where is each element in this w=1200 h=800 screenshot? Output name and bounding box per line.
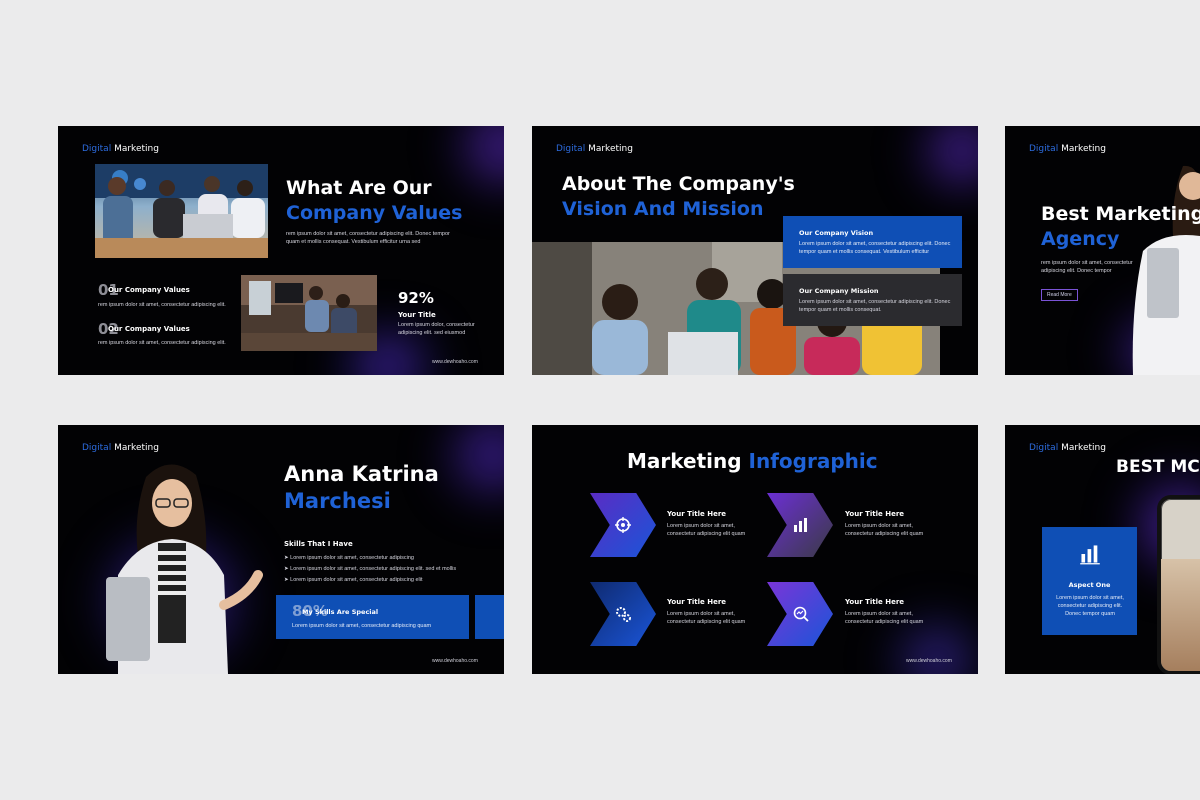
stat-title: Your Title bbox=[398, 311, 436, 319]
vision-text: Lorem ipsum dolor sit amet, consectetur … bbox=[799, 241, 951, 255]
item-title: Your Title Here bbox=[845, 510, 905, 518]
special-title: My Skills Are Special bbox=[302, 608, 379, 616]
aspect-title: Aspect One bbox=[1068, 581, 1111, 589]
intro-text: rem ipsum dolor sit amet, consectetur ad… bbox=[286, 231, 450, 245]
item-text: consectetur adipiscing elit quam bbox=[667, 531, 746, 537]
mission-title: Our Company Mission bbox=[799, 287, 879, 295]
slide-title: What Are Our Company Values bbox=[286, 177, 463, 224]
slide-title: Marketing Infographic bbox=[627, 449, 878, 473]
aspect-text: Lorem ipsum dolor sit amet, consectetur … bbox=[1056, 595, 1124, 617]
team-photo bbox=[95, 164, 268, 258]
phone-mockup bbox=[1157, 495, 1200, 674]
blue-block bbox=[475, 595, 504, 639]
magnifier-chart-icon bbox=[793, 606, 809, 622]
special-text: Lorem ipsum dolor sit amet, consectetur … bbox=[292, 623, 432, 629]
presenter-art bbox=[106, 464, 263, 674]
slide-profile[interactable]: Digital Marketing Anna Katrina Marchesi … bbox=[58, 425, 504, 674]
item-text: rem ipsum dolor sit amet, consectetur ad… bbox=[98, 340, 226, 346]
item-text: Lorem ipsum dolor sit amet, bbox=[667, 523, 735, 529]
item-text: rem ipsum dolor sit amet, consectetur ad… bbox=[98, 302, 226, 308]
slide-title: Best Marketing Agency bbox=[1041, 203, 1200, 250]
purple-glow bbox=[438, 425, 504, 505]
slide-company-values[interactable]: Digital Marketing What Are Our Company V… bbox=[58, 126, 504, 375]
footer-url[interactable]: www.dewhoaho.com bbox=[906, 658, 952, 664]
special-skill-card[interactable]: 80% My Skills Are Special Lorem ipsum do… bbox=[276, 595, 469, 639]
target-icon bbox=[615, 517, 631, 533]
brand-label: Digital Marketing bbox=[1029, 443, 1106, 453]
presenter-photo bbox=[88, 455, 263, 674]
brand-label: Digital Marketing bbox=[1029, 144, 1106, 154]
item-text: Lorem ipsum dolor sit amet, bbox=[845, 611, 913, 617]
slide-infographic[interactable]: Marketing Infographic Your Title Here Lo… bbox=[532, 425, 978, 674]
item-text: Lorem ipsum dolor sit amet, bbox=[845, 523, 913, 529]
stat-text: Lorem ipsum dolor, consectetur adipiscin… bbox=[398, 322, 475, 336]
profile-name: Anna Katrina Marchesi bbox=[284, 462, 439, 513]
office-photo-art bbox=[241, 275, 377, 351]
skill-item: ➤ Lorem ipsum dolor sit amet, consectetu… bbox=[284, 577, 423, 583]
team-photo-art bbox=[95, 164, 268, 258]
item-text: consectetur adipiscing elit quam bbox=[845, 619, 924, 625]
item-title: Your Title Here bbox=[667, 510, 727, 518]
item-title: Your Title Here bbox=[845, 598, 905, 606]
mission-text: Lorem ipsum dolor sit amet, consectetur … bbox=[799, 299, 951, 313]
vision-card[interactable]: Our Company Vision Lorem ipsum dolor sit… bbox=[783, 216, 962, 268]
slide-aspect[interactable]: Digital Marketing BEST MC Aspect One Lor… bbox=[1005, 425, 1200, 674]
read-more-button[interactable]: Read More bbox=[1041, 289, 1078, 301]
item-text: Lorem ipsum dolor sit amet, bbox=[667, 611, 735, 617]
footer-url[interactable]: www.dewhoaho.com bbox=[432, 658, 478, 664]
brand-label: Digital Marketing bbox=[82, 443, 159, 453]
item-title: Our Company Values bbox=[108, 325, 190, 333]
brand-label: Digital Marketing bbox=[82, 144, 159, 154]
bar-chart-icon bbox=[794, 518, 807, 532]
skill-item: ➤ Lorem ipsum dolor sit amet, consectetu… bbox=[284, 566, 457, 572]
slide-title: BEST MC bbox=[1116, 457, 1200, 477]
brand-label: Digital Marketing bbox=[556, 144, 633, 154]
stat-value: 92% bbox=[398, 289, 434, 307]
footer-url[interactable]: www.dewhoaho.com bbox=[432, 359, 478, 365]
mission-card[interactable]: Our Company Mission Lorem ipsum dolor si… bbox=[783, 274, 962, 326]
office-photo bbox=[241, 275, 377, 351]
item-text: consectetur adipiscing elit quam bbox=[667, 619, 746, 625]
item-text: consectetur adipiscing elit quam bbox=[845, 531, 924, 537]
purple-glow bbox=[912, 126, 978, 196]
slide-title: About The Company's Vision And Mission bbox=[562, 173, 795, 220]
skill-item: ➤ Lorem ipsum dolor sit amet, consectetu… bbox=[284, 555, 414, 561]
aspect-card[interactable]: Aspect One Lorem ipsum dolor sit amet, c… bbox=[1042, 527, 1137, 635]
slide-marketing-agency[interactable]: Digital Marketing Best Marketing Agency … bbox=[1005, 126, 1200, 375]
gears-icon bbox=[616, 607, 631, 622]
phone-screen-photo bbox=[1161, 559, 1200, 671]
vision-title: Our Company Vision bbox=[799, 229, 874, 237]
slide-vision-mission[interactable]: Digital Marketing About The Company's Vi… bbox=[532, 126, 978, 375]
skills-title: Skills That I Have bbox=[284, 540, 353, 548]
bar-chart-icon bbox=[1080, 545, 1100, 565]
agency-text: rem ipsum dolor sit amet, consectetur ad… bbox=[1041, 260, 1133, 274]
item-title: Our Company Values bbox=[108, 286, 190, 294]
item-title: Your Title Here bbox=[667, 598, 727, 606]
